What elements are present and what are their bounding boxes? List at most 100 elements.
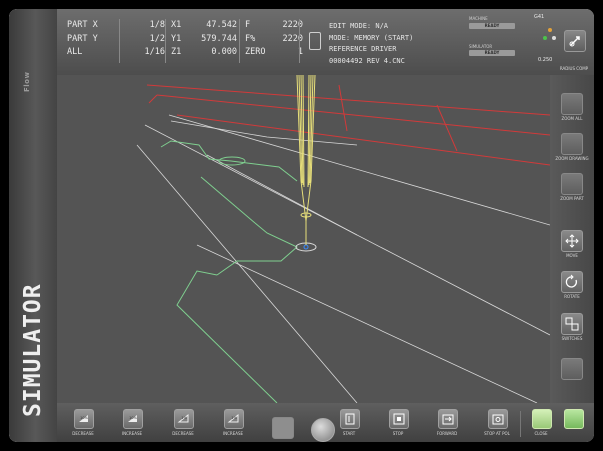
percent-label: 1% (231, 416, 237, 420)
g41-value: 0.250 (538, 57, 553, 63)
zoom-drawing-button[interactable] (561, 133, 583, 155)
dro-readout: PART X 1/8 X1 47.542 F 2220 PART Y 1/2 Y… (67, 19, 303, 60)
move-label: MOVE (566, 253, 578, 258)
edit-mode-text: EDIT MODE: N/A (329, 22, 389, 30)
confirm-button[interactable] (564, 409, 584, 429)
radius-comp-icon (569, 36, 580, 47)
part-contour-green (160, 140, 298, 403)
simulator-label: SIMULATOR (469, 44, 493, 49)
increase-1-label: INCREASE (222, 431, 244, 436)
dro-label[interactable]: PART X (67, 19, 125, 33)
forward-button[interactable] (438, 409, 458, 429)
stop-at-pol-label: STOP AT POL (484, 431, 510, 436)
blank-button[interactable] (561, 358, 583, 380)
status-panel: EDIT MODE: N/A MODE: MEMORY (START) REFE… (329, 21, 413, 67)
phone-icon[interactable] (309, 32, 321, 50)
brand-logo: Flow (23, 71, 31, 93)
program-text: 00004492 REV 4.CNC (329, 56, 405, 65)
switches-button[interactable] (561, 313, 583, 335)
stop-at-pol-button[interactable] (488, 409, 508, 429)
status-dot-white (552, 36, 556, 40)
start-icon (345, 413, 355, 425)
decrease-1-label: DECREASE (172, 431, 194, 436)
percent-label: 1% (181, 416, 187, 420)
percent-label: 10% (129, 416, 137, 420)
close-label: CLOSE (534, 431, 548, 436)
move-arrows-icon (565, 234, 579, 248)
blank-square-button[interactable] (272, 417, 294, 439)
machine-status-badge: READY (469, 23, 515, 29)
forward-icon (442, 414, 454, 425)
move-button[interactable] (561, 230, 583, 252)
sheet-boundary-red (146, 84, 550, 166)
stop-icon (393, 413, 405, 425)
rotate-icon (565, 274, 578, 288)
start-label: START (342, 431, 356, 436)
close-button[interactable] (532, 409, 552, 429)
dro-row: PART X 1/8 X1 47.542 F 2220 (67, 19, 303, 33)
rotate-button[interactable] (561, 271, 583, 293)
decrease-10-label: DECREASE (72, 431, 94, 436)
mode-text: MODE: MEMORY (START) (329, 33, 414, 42)
top-bar: PART X 1/8 X1 47.542 F 2220 PART Y 1/2 Y… (57, 9, 594, 75)
zoom-all-label: ZOOM ALL (561, 116, 583, 121)
g41-label: G41 (534, 14, 545, 20)
dro-key: F% (245, 33, 256, 44)
side-rail: Flow SIMULATOR (9, 9, 57, 442)
divider (299, 19, 300, 63)
dro-row: ALL 1/16 Z1 0.000 ZERO 1 (67, 46, 303, 60)
increase-10-button[interactable]: 10% (123, 409, 143, 429)
dro-row: PART Y 1/2 Y1 579.744 F% 2220 (67, 33, 303, 47)
switches-label: SWITCHES (561, 336, 583, 341)
simulation-viewport[interactable] (57, 75, 550, 403)
part-outline-white (136, 114, 550, 403)
dro-frac: 1/8 (149, 20, 165, 30)
bottom-toolbar: 10% DECREASE 10% INCREASE 1% DECREASE 1%… (57, 403, 594, 442)
stop-label: STOP (392, 431, 404, 436)
status-dot-orange (548, 28, 552, 32)
dro-frac: 1/2 (149, 33, 165, 44)
dro-label[interactable]: ALL (67, 46, 125, 60)
stop-button[interactable] (389, 409, 409, 429)
zoom-all-button[interactable] (561, 93, 583, 115)
status-dot-green (543, 36, 547, 40)
switches-icon (565, 317, 579, 331)
start-button[interactable] (340, 409, 360, 429)
rotate-label: ROTATE (564, 294, 580, 299)
dro-key: ZERO (245, 47, 266, 57)
toolpath-canvas[interactable] (57, 75, 550, 403)
driver-text: REFERENCE DRIVER (329, 45, 397, 53)
simulator-window: Flow SIMULATOR PART X 1/8 X1 47.542 F 22… (9, 9, 594, 442)
divider (165, 19, 166, 63)
machine-label: MACHINE (469, 16, 488, 21)
g41-indicator: G41 0.250 (534, 14, 566, 63)
right-toolbar: ZOOM ALL ZOOM DRAWING ZOOM PART MOVE ROT… (550, 75, 594, 403)
dro-value: 579.744 (201, 33, 237, 44)
dro-axis: Y1 (171, 33, 182, 44)
stop-at-pol-icon (492, 414, 504, 425)
dro-axis: Z1 (171, 47, 182, 57)
side-title: SIMULATOR (20, 283, 46, 417)
increase-1-button[interactable]: 1% (224, 409, 244, 429)
dro-value: 47.542 (206, 20, 237, 30)
dro-value: 0.000 (211, 47, 237, 57)
cycle-knob-button[interactable] (311, 418, 335, 442)
percent-label: 10% (80, 416, 88, 420)
zoom-part-button[interactable] (561, 173, 583, 195)
divider (119, 19, 120, 63)
radius-comp-label: RADIUS COMP (559, 66, 589, 71)
divider (239, 19, 240, 63)
increase-10-label: INCREASE (121, 431, 143, 436)
dro-key: F (245, 20, 251, 30)
dro-axis: X1 (171, 20, 182, 30)
radius-comp-button[interactable] (564, 30, 586, 52)
zoom-part-label: ZOOM PART (560, 196, 584, 201)
cutting-head-wireframe (296, 75, 316, 245)
dro-frac: 1/16 (144, 47, 165, 57)
tool-position-dot (303, 244, 309, 250)
forward-label: FORWARD (436, 431, 458, 436)
decrease-1-button[interactable]: 1% (174, 409, 194, 429)
simulator-status-badge: READY (469, 50, 515, 56)
dro-label[interactable]: PART Y (67, 33, 125, 47)
decrease-10-button[interactable]: 10% (74, 409, 94, 429)
